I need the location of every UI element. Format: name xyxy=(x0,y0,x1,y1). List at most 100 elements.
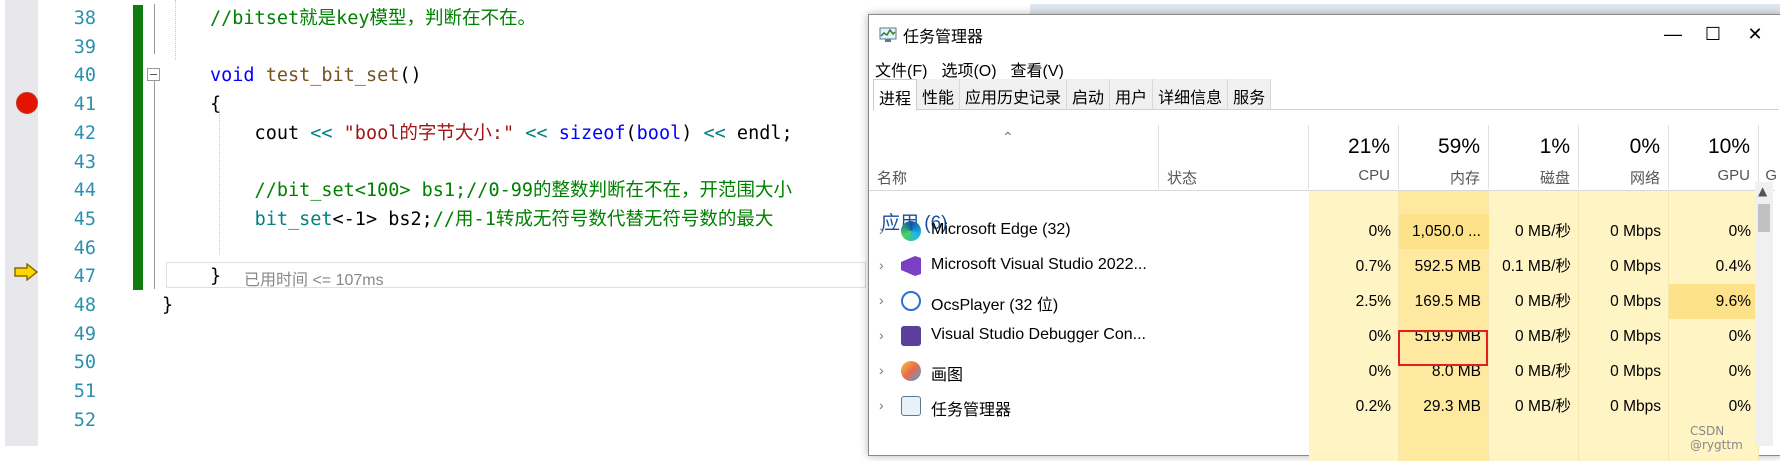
tab-services[interactable]: 服务 xyxy=(1228,79,1272,109)
cpu-cell: 0% xyxy=(1368,363,1391,380)
line-number: 50 xyxy=(73,352,96,374)
disk-cell: 0 MB/秒 xyxy=(1515,293,1571,310)
expand-chevron-icon[interactable]: › xyxy=(879,327,884,343)
network-cell: 0 Mbps xyxy=(1610,223,1661,240)
breakpoint-icon[interactable] xyxy=(16,92,38,114)
menu-options[interactable]: 选项(O) xyxy=(941,57,996,81)
cpu-total: 21% xyxy=(1347,135,1390,158)
gpu-cell: 0% xyxy=(1728,328,1751,345)
collapse-toggle-icon[interactable] xyxy=(147,68,160,81)
table-row[interactable]: › Visual Studio Debugger Con... 0% 519.9 MB… xyxy=(869,319,1775,354)
line-number: 48 xyxy=(73,295,96,316)
network-label: 网络 xyxy=(1629,170,1660,187)
table-row[interactable]: › OcsPlayer (32 位) 2.5% 169.5 MB 0 MB/秒 0 Mbp… xyxy=(869,284,1775,319)
menu-file[interactable]: 文件(F) xyxy=(875,57,927,81)
code-token: << xyxy=(525,122,548,144)
highlight-box xyxy=(1398,330,1488,366)
process-name: Microsoft Visual Studio 2022... xyxy=(931,256,1147,273)
disk-cell: 0 MB/秒 xyxy=(1515,223,1571,240)
process-name: 画图 xyxy=(931,367,964,384)
network-cell: 0 Mbps xyxy=(1610,293,1661,310)
expand-chevron-icon[interactable]: › xyxy=(879,222,884,238)
title-bar: 任务管理器 xyxy=(879,23,983,47)
vertical-scrollbar[interactable]: ▲ xyxy=(1755,182,1773,446)
table-row[interactable]: › 任务管理器 0.2% 29.3 MB 0 MB/秒 0 Mbps 0% xyxy=(869,389,1775,424)
code-token: bool xyxy=(636,122,682,144)
menu-view[interactable]: 查看(V) xyxy=(1011,57,1064,81)
tab-startup[interactable]: 启动 xyxy=(1067,79,1111,109)
column-header-network[interactable]: 0% 网络 xyxy=(1579,125,1669,189)
window-title: 任务管理器 xyxy=(903,29,984,46)
code-token: ( xyxy=(625,122,637,144)
expand-chevron-icon[interactable]: › xyxy=(879,362,884,378)
code-token: ) xyxy=(681,122,704,144)
tab-bar: 进程 性能 应用历史记录 启动 用户 详细信息 服务 xyxy=(873,79,1779,111)
column-header-name-area[interactable] xyxy=(869,125,1159,189)
code-token: test_bit_set xyxy=(265,65,400,87)
cpu-label: CPU xyxy=(1358,167,1390,184)
column-header-status-area[interactable] xyxy=(1159,125,1309,189)
expand-chevron-icon[interactable]: › xyxy=(879,397,884,413)
breakpoint-margin[interactable] xyxy=(5,0,38,446)
visual-studio-icon xyxy=(901,256,921,276)
memory-label: 内存 xyxy=(1449,170,1480,187)
code-token: //bit_set<100> bs1;//0-99的整数判断在不在，开范围大小 xyxy=(210,180,793,202)
scroll-up-icon[interactable]: ▲ xyxy=(1758,184,1767,198)
line-number: 44 xyxy=(73,180,96,202)
column-header-memory[interactable]: 59% 内存 xyxy=(1399,125,1489,189)
code-token: } xyxy=(162,295,174,316)
memory-cell: 1,050.0 ... xyxy=(1399,214,1489,249)
column-header-gpu[interactable]: 10% GPU xyxy=(1669,125,1759,189)
line-number: 42 xyxy=(73,122,96,144)
expand-chevron-icon[interactable]: › xyxy=(879,257,884,273)
code-token: () xyxy=(399,65,422,87)
disk-cell: 0 MB/秒 xyxy=(1515,363,1571,380)
gpu-cell: 0.4% xyxy=(1715,258,1751,275)
memory-cell: 169.5 MB xyxy=(1414,293,1481,310)
code-line[interactable]: } xyxy=(162,291,173,320)
close-button[interactable]: ✕ xyxy=(1735,21,1775,47)
line-number: 41 xyxy=(73,94,96,116)
ocsplayer-icon xyxy=(901,291,921,311)
code-line[interactable]: bit_set<-1> bs2;//用-1转成无符号数代替无符号数的最大 xyxy=(210,205,774,234)
gpu-cell: 0% xyxy=(1728,363,1751,380)
tab-details[interactable]: 详细信息 xyxy=(1153,79,1229,109)
code-line[interactable]: cout << "bool的字节大小:" << sizeof(bool) << … xyxy=(210,119,793,148)
minimize-button[interactable]: — xyxy=(1653,21,1693,47)
line-number: 47 xyxy=(73,266,96,288)
disk-label: 磁盘 xyxy=(1539,170,1570,187)
code-line[interactable]: //bitset就是key模型，判断在不在。 xyxy=(210,4,536,33)
tab-processes[interactable]: 进程 xyxy=(873,79,918,111)
line-number: 40 xyxy=(73,65,96,87)
code-line[interactable]: void test_bit_set() xyxy=(210,61,422,90)
task-manager-window[interactable]: 任务管理器 — ☐ ✕ 文件(F) 选项(O) 查看(V) 进程 性能 应用历史… xyxy=(868,14,1780,461)
table-row[interactable]: › Microsoft Visual Studio 2022... 0.7% 592.… xyxy=(869,249,1775,284)
network-cell: 0 Mbps xyxy=(1610,258,1661,275)
menu-bar: 文件(F) 选项(O) 查看(V) xyxy=(875,57,1064,81)
disk-cell: 0 MB/秒 xyxy=(1515,398,1571,415)
column-header-gpu-engine[interactable]: G xyxy=(1759,125,1779,189)
maximize-button[interactable]: ☐ xyxy=(1693,21,1733,47)
table-row[interactable]: › Microsoft Edge (32) 0% 1,050.0 ... 0 MB/秒 0… xyxy=(869,214,1775,249)
code-line[interactable]: { xyxy=(210,90,221,119)
column-header-disk[interactable]: 1% 磁盘 xyxy=(1489,125,1579,189)
line-number: 43 xyxy=(73,151,96,173)
tab-performance[interactable]: 性能 xyxy=(917,79,961,109)
line-number: 51 xyxy=(73,381,96,403)
code-token: << xyxy=(310,122,333,144)
code-line[interactable]: } xyxy=(210,262,221,291)
gpu-label: GPU xyxy=(1717,167,1750,184)
process-name: 任务管理器 xyxy=(931,402,1012,419)
table-row[interactable]: › 画图 0% 8.0 MB 0 MB/秒 0 Mbps 0% xyxy=(869,354,1775,389)
code-token: "bool的字节大小:" xyxy=(343,122,515,144)
code-line[interactable]: //bit_set<100> bs1;//0-99的整数判断在不在，开范围大小 xyxy=(210,176,792,205)
scroll-thumb[interactable] xyxy=(1758,204,1770,232)
tab-app-history[interactable]: 应用历史记录 xyxy=(960,79,1068,109)
expand-chevron-icon[interactable]: › xyxy=(879,292,884,308)
column-header-cpu[interactable]: 21% CPU xyxy=(1309,125,1399,189)
line-number: 46 xyxy=(73,237,96,259)
tab-users[interactable]: 用户 xyxy=(1110,79,1154,109)
